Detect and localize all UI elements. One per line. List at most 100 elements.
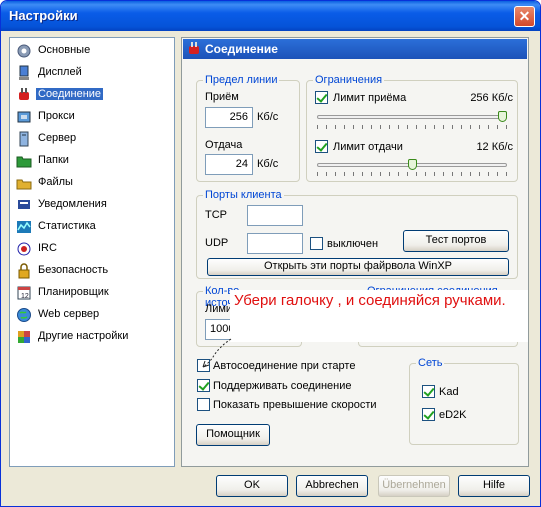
annotation-arrow [202, 338, 232, 368]
settings-window: Настройки ✕ Основные Дисплей Соединение … [0, 0, 541, 507]
download-limit-value: 256 Кб/с [470, 92, 513, 104]
ed2k-checkbox[interactable] [422, 408, 435, 421]
download-slider-ticks [317, 125, 507, 129]
sidebar-item-display[interactable]: Дисплей [14, 64, 172, 82]
sidebar-item-label: Основные [38, 44, 91, 56]
sidebar-item-label: Другие настройки [38, 330, 129, 342]
kad-checkbox[interactable] [422, 385, 435, 398]
sidebar-item-label: Сервер [38, 132, 77, 144]
upload-unit: Кб/с [257, 158, 279, 170]
udp-disabled-label: выключен [327, 238, 379, 250]
annotation-text: Убери галочку , и соединяйся ручками. [234, 292, 506, 309]
irc-icon [17, 242, 31, 256]
download-slider-thumb[interactable] [498, 111, 507, 122]
tcp-label: TCP [205, 209, 227, 221]
tcp-port-input[interactable] [247, 205, 303, 226]
upload-slider-ticks [317, 172, 507, 176]
sidebar-item-security[interactable]: Безопасность [14, 262, 172, 280]
group-label: Ограничения [313, 74, 385, 86]
window-title: Настройки [9, 8, 78, 23]
download-limit-label: Лимит приёма [333, 92, 407, 104]
wizard-button[interactable]: Помощник [196, 424, 270, 446]
settings-sidebar: Основные Дисплей Соединение Прокси Серве… [9, 37, 175, 467]
close-button[interactable]: ✕ [514, 6, 535, 27]
kad-label: Kad [439, 386, 459, 398]
keep-connection-label: Поддерживать соединение [213, 380, 352, 392]
help-button[interactable]: Hilfe [458, 475, 530, 497]
title-bar[interactable]: Настройки ✕ [1, 1, 540, 31]
sidebar-item-folders[interactable]: Папки [14, 152, 172, 170]
sidebar-item-proxy[interactable]: Прокси [14, 108, 172, 126]
plug-icon [19, 88, 29, 100]
sidebar-item-label: Планировщик [38, 286, 109, 298]
plug-icon [189, 42, 199, 54]
monitor-icon [19, 65, 29, 80]
upload-capacity-input[interactable]: 24 [205, 154, 253, 175]
connection-panel: Соединение Предел линии Приём 256 Кб/с О… [181, 37, 529, 467]
test-ports-button[interactable]: Тест портов [403, 230, 509, 252]
udp-port-input[interactable] [247, 233, 303, 254]
server-icon [19, 131, 29, 147]
folder-icon [16, 156, 32, 168]
upload-limit-value: 12 Кб/с [476, 141, 513, 153]
sources-limit-label: Лими [205, 303, 233, 315]
proxy-icon [17, 111, 31, 123]
sidebar-item-server[interactable]: Сервер [14, 130, 172, 148]
sidebar-item-other-settings[interactable]: Другие настройки [14, 328, 172, 346]
sidebar-item-statistics[interactable]: Статистика [14, 218, 172, 236]
panel-header: Соединение [183, 39, 527, 59]
cancel-button[interactable]: Abbrechen [296, 475, 368, 497]
upload-label: Отдача [205, 139, 243, 151]
show-overhead-checkbox[interactable] [197, 398, 210, 411]
keep-connection-checkbox[interactable] [197, 379, 210, 392]
download-limit-checkbox[interactable] [315, 91, 328, 104]
upload-limit-label: Лимит отдачи [333, 141, 403, 153]
udp-disabled-checkbox[interactable] [310, 237, 323, 250]
download-capacity-input[interactable]: 256 [205, 107, 253, 128]
sidebar-item-files[interactable]: Файлы [14, 174, 172, 192]
group-label: Порты клиента [203, 189, 284, 201]
sidebar-item-connection[interactable]: Соединение [14, 86, 172, 104]
group-label: Сеть [416, 357, 445, 369]
annotation-callout: Убери галочку , и соединяйся ручками. [230, 290, 528, 342]
sidebar-item-label: Уведомления [38, 198, 107, 210]
calendar-icon: 12 [17, 286, 31, 300]
lock-icon [18, 263, 30, 279]
sidebar-item-irc[interactable]: IRC [14, 240, 172, 258]
upload-limit-checkbox[interactable] [315, 140, 328, 153]
files-icon [16, 179, 32, 190]
sidebar-item-label: Прокси [38, 110, 75, 122]
sidebar-item-general[interactable]: Основные [14, 42, 172, 60]
download-label: Приём [205, 91, 239, 103]
sidebar-item-label: IRC [38, 242, 57, 254]
globe-icon [17, 308, 31, 322]
sidebar-item-label: Файлы [38, 176, 73, 188]
ed2k-label: eD2K [439, 409, 467, 421]
download-unit: Кб/с [257, 111, 279, 123]
puzzle-icon [18, 331, 30, 343]
line-limit-group: Предел линии Приём 256 Кб/с Отдача 24 Кб… [196, 74, 300, 182]
notification-icon [18, 200, 30, 209]
download-slider-track[interactable] [317, 115, 507, 119]
limits-group: Ограничения Лимит приёма 256 Кб/с Лимит … [306, 74, 518, 182]
sidebar-item-scheduler[interactable]: 12 Планировщик [14, 284, 172, 302]
apply-button[interactable]: Übernehmen [378, 475, 450, 497]
upload-slider-thumb[interactable] [407, 159, 417, 170]
client-ports-group: Порты клиента TCP UDP выключен Тест порт… [196, 189, 518, 279]
group-label: Предел линии [203, 74, 280, 86]
sidebar-item-label: Папки [38, 154, 69, 166]
statistics-icon [17, 221, 31, 233]
open-firewall-ports-button[interactable]: Открыть эти порты файрвола WinXP [207, 258, 509, 276]
sidebar-item-web-server[interactable]: Web сервер [14, 306, 172, 324]
gear-icon [17, 44, 31, 58]
panel-title: Соединение [205, 42, 278, 56]
show-overhead-label: Показать превышение скорости [213, 399, 377, 411]
svg-text:12: 12 [21, 293, 29, 300]
sidebar-item-label: Web сервер [38, 308, 100, 320]
sidebar-item-label: Статистика [38, 220, 96, 232]
network-group: Сеть Kad eD2K [409, 357, 519, 445]
sidebar-item-label: Дисплей [38, 66, 82, 78]
sidebar-item-notifications[interactable]: Уведомления [14, 196, 172, 214]
ok-button[interactable]: OK [216, 475, 288, 497]
udp-label: UDP [205, 237, 229, 249]
